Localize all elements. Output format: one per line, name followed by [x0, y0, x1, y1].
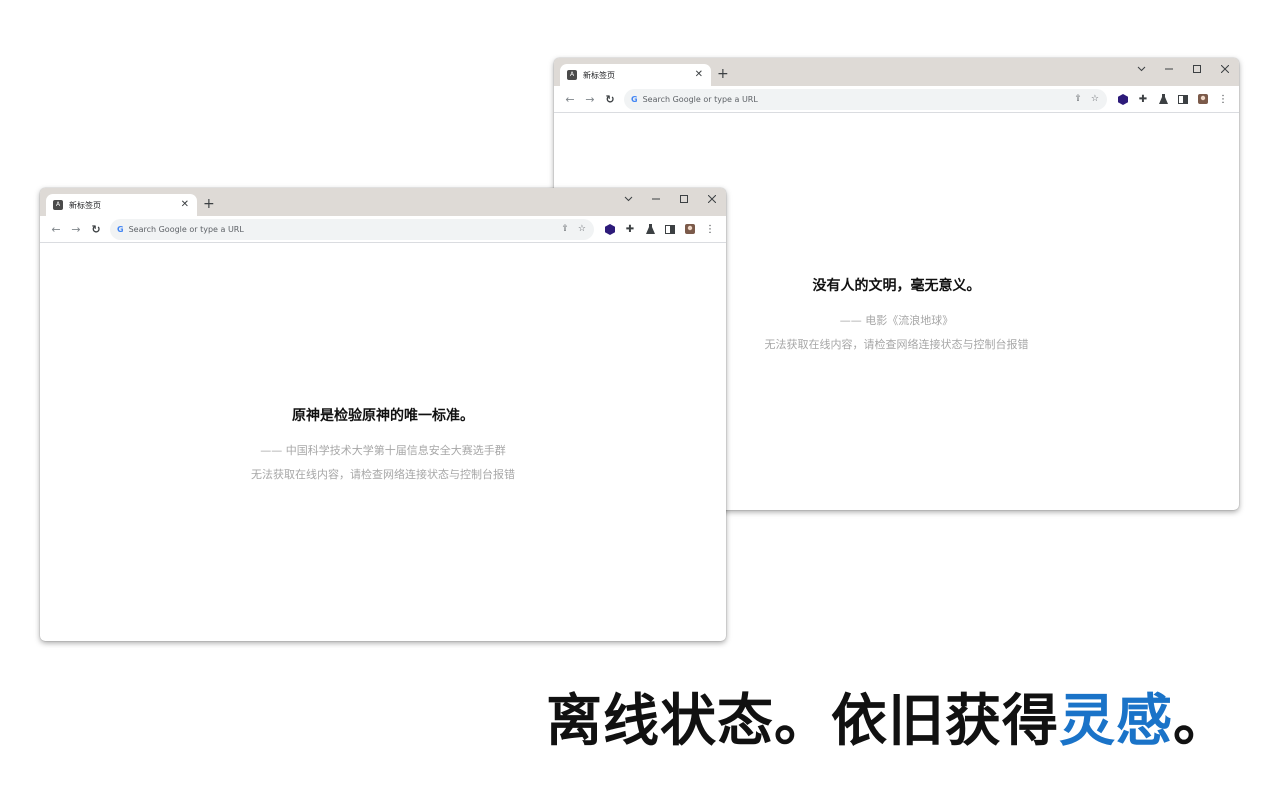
- star-icon[interactable]: ☆: [1091, 94, 1099, 104]
- kebab-menu-icon[interactable]: ⋮: [1213, 89, 1233, 109]
- share-icon[interactable]: ⇪: [1074, 94, 1082, 104]
- quote-text: 原神是检验原神的唯一标准。: [292, 408, 474, 424]
- tagline-accent: 灵感: [1059, 689, 1173, 754]
- address-bar-placeholder: Search Google or type a URL: [128, 224, 244, 234]
- star-icon[interactable]: ☆: [578, 224, 586, 234]
- side-panel-icon[interactable]: [660, 219, 680, 239]
- hexagon-extension-icon[interactable]: [1113, 89, 1133, 109]
- minimize-icon[interactable]: [1155, 58, 1183, 80]
- tab-strip: A 新标签页 ✕ +: [40, 188, 726, 216]
- window-controls: [1127, 58, 1239, 80]
- tagline-end: 。: [1173, 689, 1230, 754]
- tab-search-icon[interactable]: [614, 188, 642, 210]
- tab-search-icon[interactable]: [1127, 58, 1155, 80]
- arrow-right-icon[interactable]: →: [580, 89, 600, 109]
- close-window-icon[interactable]: [1211, 58, 1239, 80]
- tab-new-tab[interactable]: A 新标签页 ✕: [46, 194, 197, 216]
- tab-close-icon[interactable]: ✕: [181, 200, 189, 210]
- google-g-icon: G: [631, 94, 638, 104]
- puzzle-icon[interactable]: ✚: [1133, 89, 1153, 109]
- arrow-right-icon[interactable]: →: [66, 219, 86, 239]
- flask-icon[interactable]: [640, 219, 660, 239]
- share-icon[interactable]: ⇪: [561, 224, 569, 234]
- tagline-main: 离线状态。依旧获得: [546, 689, 1059, 754]
- promo-stage: A 新标签页 ✕ + ← → ↻ G Search Google or type…: [0, 0, 1280, 800]
- address-bar-placeholder: Search Google or type a URL: [642, 94, 758, 104]
- new-tab-button[interactable]: +: [717, 66, 729, 82]
- arrow-left-icon[interactable]: ←: [46, 219, 66, 239]
- arrow-left-icon[interactable]: ←: [560, 89, 580, 109]
- flask-icon[interactable]: [1153, 89, 1173, 109]
- google-g-icon: G: [117, 224, 124, 234]
- extension-icons: ✚ ⋮: [1113, 89, 1233, 109]
- minimize-icon[interactable]: [642, 188, 670, 210]
- puzzle-icon[interactable]: ✚: [620, 219, 640, 239]
- window-controls: [614, 188, 726, 210]
- address-bar[interactable]: G Search Google or type a URL ⇪ ☆: [624, 88, 1107, 110]
- tab-favicon-icon: A: [567, 70, 577, 80]
- reload-icon[interactable]: ↻: [86, 219, 106, 239]
- tab-strip: A 新标签页 ✕ +: [554, 58, 1239, 86]
- avatar-icon[interactable]: [680, 219, 700, 239]
- extension-icons: ✚ ⋮: [600, 219, 720, 239]
- side-panel-icon[interactable]: [1173, 89, 1193, 109]
- tab-favicon-icon: A: [53, 200, 63, 210]
- promo-tagline: 离线状态。依旧获得灵感。: [546, 676, 1230, 757]
- tab-close-icon[interactable]: ✕: [695, 70, 703, 80]
- browser-toolbar: ← → ↻ G Search Google or type a URL ⇪ ☆ …: [40, 216, 726, 243]
- reload-icon[interactable]: ↻: [600, 89, 620, 109]
- hexagon-extension-icon[interactable]: [600, 219, 620, 239]
- kebab-menu-icon[interactable]: ⋮: [700, 219, 720, 239]
- maximize-icon[interactable]: [670, 188, 698, 210]
- address-bar[interactable]: G Search Google or type a URL ⇪ ☆: [110, 218, 594, 240]
- tab-title: 新标签页: [69, 200, 101, 210]
- tab-title: 新标签页: [583, 70, 615, 80]
- avatar-icon[interactable]: [1193, 89, 1213, 109]
- maximize-icon[interactable]: [1183, 58, 1211, 80]
- browser-toolbar: ← → ↻ G Search Google or type a URL ⇪ ☆ …: [554, 86, 1239, 113]
- new-tab-button[interactable]: +: [203, 196, 215, 212]
- quote-source: —— 中国科学技术大学第十届信息安全大赛选手群: [260, 444, 506, 457]
- new-tab-page: 原神是检验原神的唯一标准。 —— 中国科学技术大学第十届信息安全大赛选手群 无法…: [40, 243, 726, 641]
- browser-window-front: A 新标签页 ✕ + ← → ↻ G Search Google or type…: [40, 188, 726, 641]
- tab-new-tab[interactable]: A 新标签页 ✕: [560, 64, 711, 86]
- close-window-icon[interactable]: [698, 188, 726, 210]
- offline-status-text: 无法获取在线内容，请检查网络连接状态与控制台报错: [251, 468, 515, 481]
